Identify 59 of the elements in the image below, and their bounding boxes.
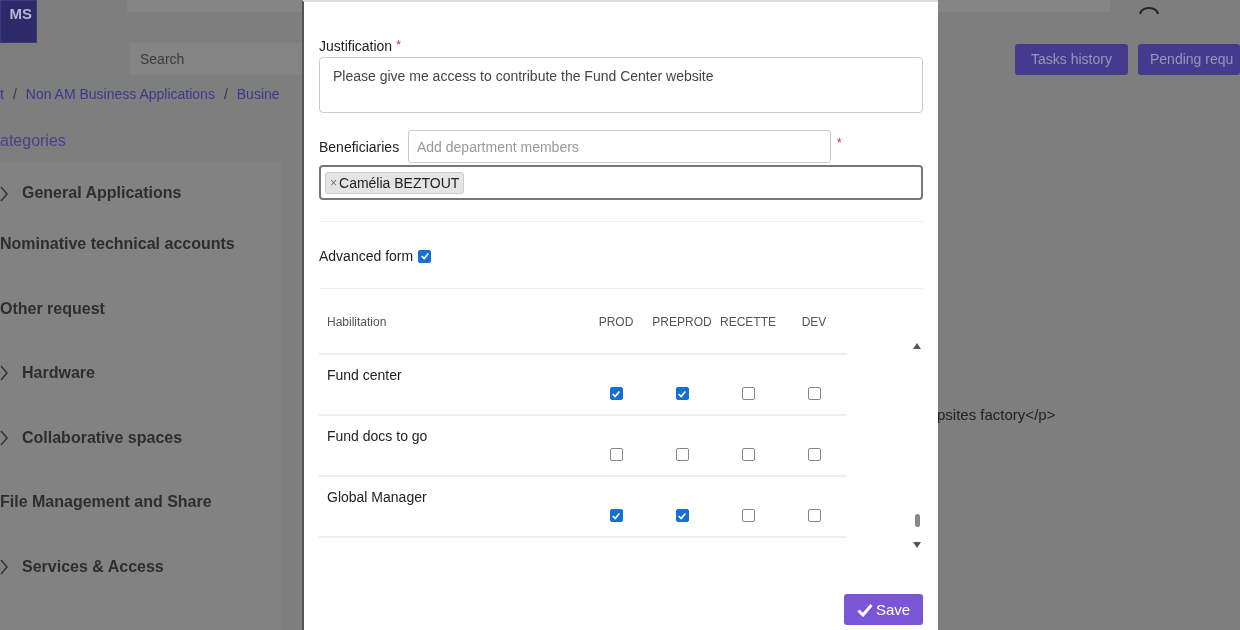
field-label: Justification [319, 38, 393, 54]
checkbox[interactable] [675, 387, 689, 400]
category-item[interactable]: Hardware [22, 364, 95, 383]
checkbox[interactable] [609, 448, 623, 461]
scroll-up-icon[interactable] [913, 343, 921, 349]
breadcrumb-link[interactable]: Busine [236, 86, 280, 102]
column-header: PREPROD [651, 315, 713, 331]
check-icon [856, 602, 873, 617]
scroll-down-icon[interactable] [913, 542, 921, 548]
column-header: DEV [800, 315, 828, 331]
checkbox[interactable] [807, 448, 821, 461]
category-item[interactable]: Nominative technical accounts [0, 235, 235, 254]
save-button[interactable]: Save [844, 594, 923, 625]
breadcrumb-separator: / [223, 86, 228, 102]
search-field[interactable]: Search [130, 43, 305, 75]
category-item[interactable]: General Applications [22, 184, 182, 202]
table-cell-text: Fund docs to go [327, 428, 429, 446]
chevron-icon [0, 429, 8, 446]
scroll-thumb[interactable] [914, 514, 920, 527]
category-item[interactable]: Collaborative spaces [22, 428, 183, 447]
table-cell-text: Fund center [327, 367, 403, 385]
checkbox[interactable] [609, 387, 623, 400]
checkbox[interactable] [675, 448, 689, 461]
checkbox[interactable] [807, 509, 821, 522]
column-header: RECETTE [719, 315, 777, 331]
breadcrumb-link[interactable]: Non AM Business Applications [25, 86, 215, 102]
checkbox[interactable] [741, 509, 755, 522]
checkbox[interactable] [741, 387, 755, 400]
justification-field[interactable]: Please give me access to contribute the Fund Center website [319, 57, 923, 113]
checkbox[interactable] [741, 448, 755, 461]
beneficiaries-field[interactable]: ×Camélia BEZTOUT [319, 165, 923, 200]
header-button[interactable]: Pending requ [1138, 43, 1240, 75]
header-button[interactable]: Tasks history [1015, 43, 1128, 75]
category-item[interactable]: Services & Access [22, 557, 164, 576]
required-mark: * [396, 38, 401, 54]
remove-icon[interactable]: × [330, 175, 337, 190]
checkbox[interactable] [418, 249, 432, 263]
column-header: Habilitation [326, 315, 388, 331]
checkbox[interactable] [675, 509, 689, 522]
chevron-icon [0, 365, 8, 382]
scrollbar[interactable] [913, 343, 921, 548]
category-item[interactable]: Other request [0, 299, 105, 318]
chevron-icon [0, 186, 8, 202]
column-header: PROD [597, 315, 635, 331]
category-item[interactable]: File Management and Share [0, 493, 212, 512]
member-search-field[interactable]: Add department members [408, 130, 831, 163]
logo: MS [0, 0, 37, 43]
required-mark: * [837, 135, 842, 150]
checkbox[interactable] [609, 509, 623, 522]
chevron-icon [0, 558, 8, 575]
checkbox[interactable] [807, 387, 821, 400]
field-label: Beneficiaries [319, 138, 401, 155]
breadcrumb-separator: / [12, 86, 17, 102]
categories-heading: ategories [0, 132, 67, 151]
breadcrumb-link[interactable]: t [0, 86, 4, 102]
beneficiary-tag: Camélia BEZTOUT [339, 174, 460, 191]
description-text: psites factory</p> [937, 406, 1057, 423]
checkbox-label: Advanced form [319, 248, 414, 264]
table-cell-text: Global Manager [327, 489, 428, 507]
